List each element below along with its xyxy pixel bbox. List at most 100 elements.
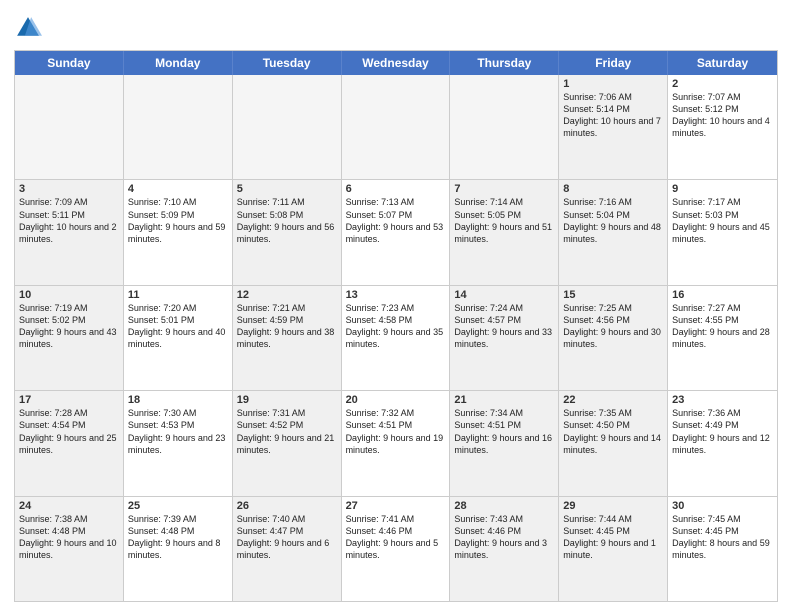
calendar-cell: 30Sunrise: 7:45 AM Sunset: 4:45 PM Dayli… [668,497,777,601]
header [14,10,778,42]
logo [14,10,46,42]
cell-info: Sunrise: 7:28 AM Sunset: 4:54 PM Dayligh… [19,407,119,456]
calendar: SundayMondayTuesdayWednesdayThursdayFrid… [14,50,778,602]
logo-icon [14,14,42,42]
calendar-header-friday: Friday [559,51,668,75]
calendar-cell: 26Sunrise: 7:40 AM Sunset: 4:47 PM Dayli… [233,497,342,601]
cell-info: Sunrise: 7:32 AM Sunset: 4:51 PM Dayligh… [346,407,446,456]
calendar-header-wednesday: Wednesday [342,51,451,75]
day-number: 18 [128,394,228,406]
day-number: 25 [128,500,228,512]
calendar-cell: 20Sunrise: 7:32 AM Sunset: 4:51 PM Dayli… [342,391,451,495]
cell-info: Sunrise: 7:10 AM Sunset: 5:09 PM Dayligh… [128,196,228,245]
cell-info: Sunrise: 7:25 AM Sunset: 4:56 PM Dayligh… [563,302,663,351]
calendar-cell [233,75,342,179]
day-number: 20 [346,394,446,406]
day-number: 16 [672,289,773,301]
calendar-cell: 15Sunrise: 7:25 AM Sunset: 4:56 PM Dayli… [559,286,668,390]
cell-info: Sunrise: 7:21 AM Sunset: 4:59 PM Dayligh… [237,302,337,351]
day-number: 7 [454,183,554,195]
day-number: 3 [19,183,119,195]
calendar-cell: 8Sunrise: 7:16 AM Sunset: 5:04 PM Daylig… [559,180,668,284]
calendar-row-2: 10Sunrise: 7:19 AM Sunset: 5:02 PM Dayli… [15,286,777,391]
day-number: 15 [563,289,663,301]
calendar-header-sunday: Sunday [15,51,124,75]
day-number: 10 [19,289,119,301]
day-number: 19 [237,394,337,406]
cell-info: Sunrise: 7:07 AM Sunset: 5:12 PM Dayligh… [672,91,773,140]
calendar-cell: 21Sunrise: 7:34 AM Sunset: 4:51 PM Dayli… [450,391,559,495]
calendar-cell: 19Sunrise: 7:31 AM Sunset: 4:52 PM Dayli… [233,391,342,495]
cell-info: Sunrise: 7:14 AM Sunset: 5:05 PM Dayligh… [454,196,554,245]
calendar-cell: 13Sunrise: 7:23 AM Sunset: 4:58 PM Dayli… [342,286,451,390]
calendar-cell: 2Sunrise: 7:07 AM Sunset: 5:12 PM Daylig… [668,75,777,179]
calendar-row-4: 24Sunrise: 7:38 AM Sunset: 4:48 PM Dayli… [15,497,777,601]
cell-info: Sunrise: 7:19 AM Sunset: 5:02 PM Dayligh… [19,302,119,351]
day-number: 5 [237,183,337,195]
cell-info: Sunrise: 7:38 AM Sunset: 4:48 PM Dayligh… [19,513,119,562]
day-number: 8 [563,183,663,195]
cell-info: Sunrise: 7:40 AM Sunset: 4:47 PM Dayligh… [237,513,337,562]
day-number: 14 [454,289,554,301]
cell-info: Sunrise: 7:11 AM Sunset: 5:08 PM Dayligh… [237,196,337,245]
calendar-cell: 5Sunrise: 7:11 AM Sunset: 5:08 PM Daylig… [233,180,342,284]
day-number: 1 [563,78,663,90]
calendar-cell [124,75,233,179]
calendar-cell: 29Sunrise: 7:44 AM Sunset: 4:45 PM Dayli… [559,497,668,601]
day-number: 29 [563,500,663,512]
cell-info: Sunrise: 7:27 AM Sunset: 4:55 PM Dayligh… [672,302,773,351]
calendar-row-3: 17Sunrise: 7:28 AM Sunset: 4:54 PM Dayli… [15,391,777,496]
day-number: 11 [128,289,228,301]
cell-info: Sunrise: 7:36 AM Sunset: 4:49 PM Dayligh… [672,407,773,456]
cell-info: Sunrise: 7:44 AM Sunset: 4:45 PM Dayligh… [563,513,663,562]
calendar-cell: 1Sunrise: 7:06 AM Sunset: 5:14 PM Daylig… [559,75,668,179]
calendar-cell: 14Sunrise: 7:24 AM Sunset: 4:57 PM Dayli… [450,286,559,390]
day-number: 22 [563,394,663,406]
calendar-cell: 28Sunrise: 7:43 AM Sunset: 4:46 PM Dayli… [450,497,559,601]
calendar-cell: 3Sunrise: 7:09 AM Sunset: 5:11 PM Daylig… [15,180,124,284]
cell-info: Sunrise: 7:16 AM Sunset: 5:04 PM Dayligh… [563,196,663,245]
calendar-cell: 17Sunrise: 7:28 AM Sunset: 4:54 PM Dayli… [15,391,124,495]
day-number: 24 [19,500,119,512]
day-number: 23 [672,394,773,406]
calendar-cell [342,75,451,179]
day-number: 13 [346,289,446,301]
calendar-cell [450,75,559,179]
calendar-header-row: SundayMondayTuesdayWednesdayThursdayFrid… [15,51,777,75]
cell-info: Sunrise: 7:31 AM Sunset: 4:52 PM Dayligh… [237,407,337,456]
calendar-cell: 7Sunrise: 7:14 AM Sunset: 5:05 PM Daylig… [450,180,559,284]
day-number: 2 [672,78,773,90]
cell-info: Sunrise: 7:06 AM Sunset: 5:14 PM Dayligh… [563,91,663,140]
cell-info: Sunrise: 7:23 AM Sunset: 4:58 PM Dayligh… [346,302,446,351]
day-number: 27 [346,500,446,512]
calendar-cell: 27Sunrise: 7:41 AM Sunset: 4:46 PM Dayli… [342,497,451,601]
cell-info: Sunrise: 7:39 AM Sunset: 4:48 PM Dayligh… [128,513,228,562]
calendar-cell: 23Sunrise: 7:36 AM Sunset: 4:49 PM Dayli… [668,391,777,495]
calendar-cell: 9Sunrise: 7:17 AM Sunset: 5:03 PM Daylig… [668,180,777,284]
cell-info: Sunrise: 7:45 AM Sunset: 4:45 PM Dayligh… [672,513,773,562]
calendar-cell: 18Sunrise: 7:30 AM Sunset: 4:53 PM Dayli… [124,391,233,495]
day-number: 4 [128,183,228,195]
cell-info: Sunrise: 7:34 AM Sunset: 4:51 PM Dayligh… [454,407,554,456]
day-number: 9 [672,183,773,195]
calendar-row-1: 3Sunrise: 7:09 AM Sunset: 5:11 PM Daylig… [15,180,777,285]
calendar-cell: 6Sunrise: 7:13 AM Sunset: 5:07 PM Daylig… [342,180,451,284]
calendar-cell: 16Sunrise: 7:27 AM Sunset: 4:55 PM Dayli… [668,286,777,390]
calendar-body: 1Sunrise: 7:06 AM Sunset: 5:14 PM Daylig… [15,75,777,601]
day-number: 6 [346,183,446,195]
calendar-cell: 4Sunrise: 7:10 AM Sunset: 5:09 PM Daylig… [124,180,233,284]
cell-info: Sunrise: 7:35 AM Sunset: 4:50 PM Dayligh… [563,407,663,456]
cell-info: Sunrise: 7:43 AM Sunset: 4:46 PM Dayligh… [454,513,554,562]
cell-info: Sunrise: 7:30 AM Sunset: 4:53 PM Dayligh… [128,407,228,456]
cell-info: Sunrise: 7:09 AM Sunset: 5:11 PM Dayligh… [19,196,119,245]
cell-info: Sunrise: 7:20 AM Sunset: 5:01 PM Dayligh… [128,302,228,351]
day-number: 26 [237,500,337,512]
cell-info: Sunrise: 7:17 AM Sunset: 5:03 PM Dayligh… [672,196,773,245]
calendar-header-monday: Monday [124,51,233,75]
cell-info: Sunrise: 7:24 AM Sunset: 4:57 PM Dayligh… [454,302,554,351]
calendar-cell: 10Sunrise: 7:19 AM Sunset: 5:02 PM Dayli… [15,286,124,390]
calendar-cell: 12Sunrise: 7:21 AM Sunset: 4:59 PM Dayli… [233,286,342,390]
day-number: 17 [19,394,119,406]
calendar-cell [15,75,124,179]
calendar-cell: 24Sunrise: 7:38 AM Sunset: 4:48 PM Dayli… [15,497,124,601]
